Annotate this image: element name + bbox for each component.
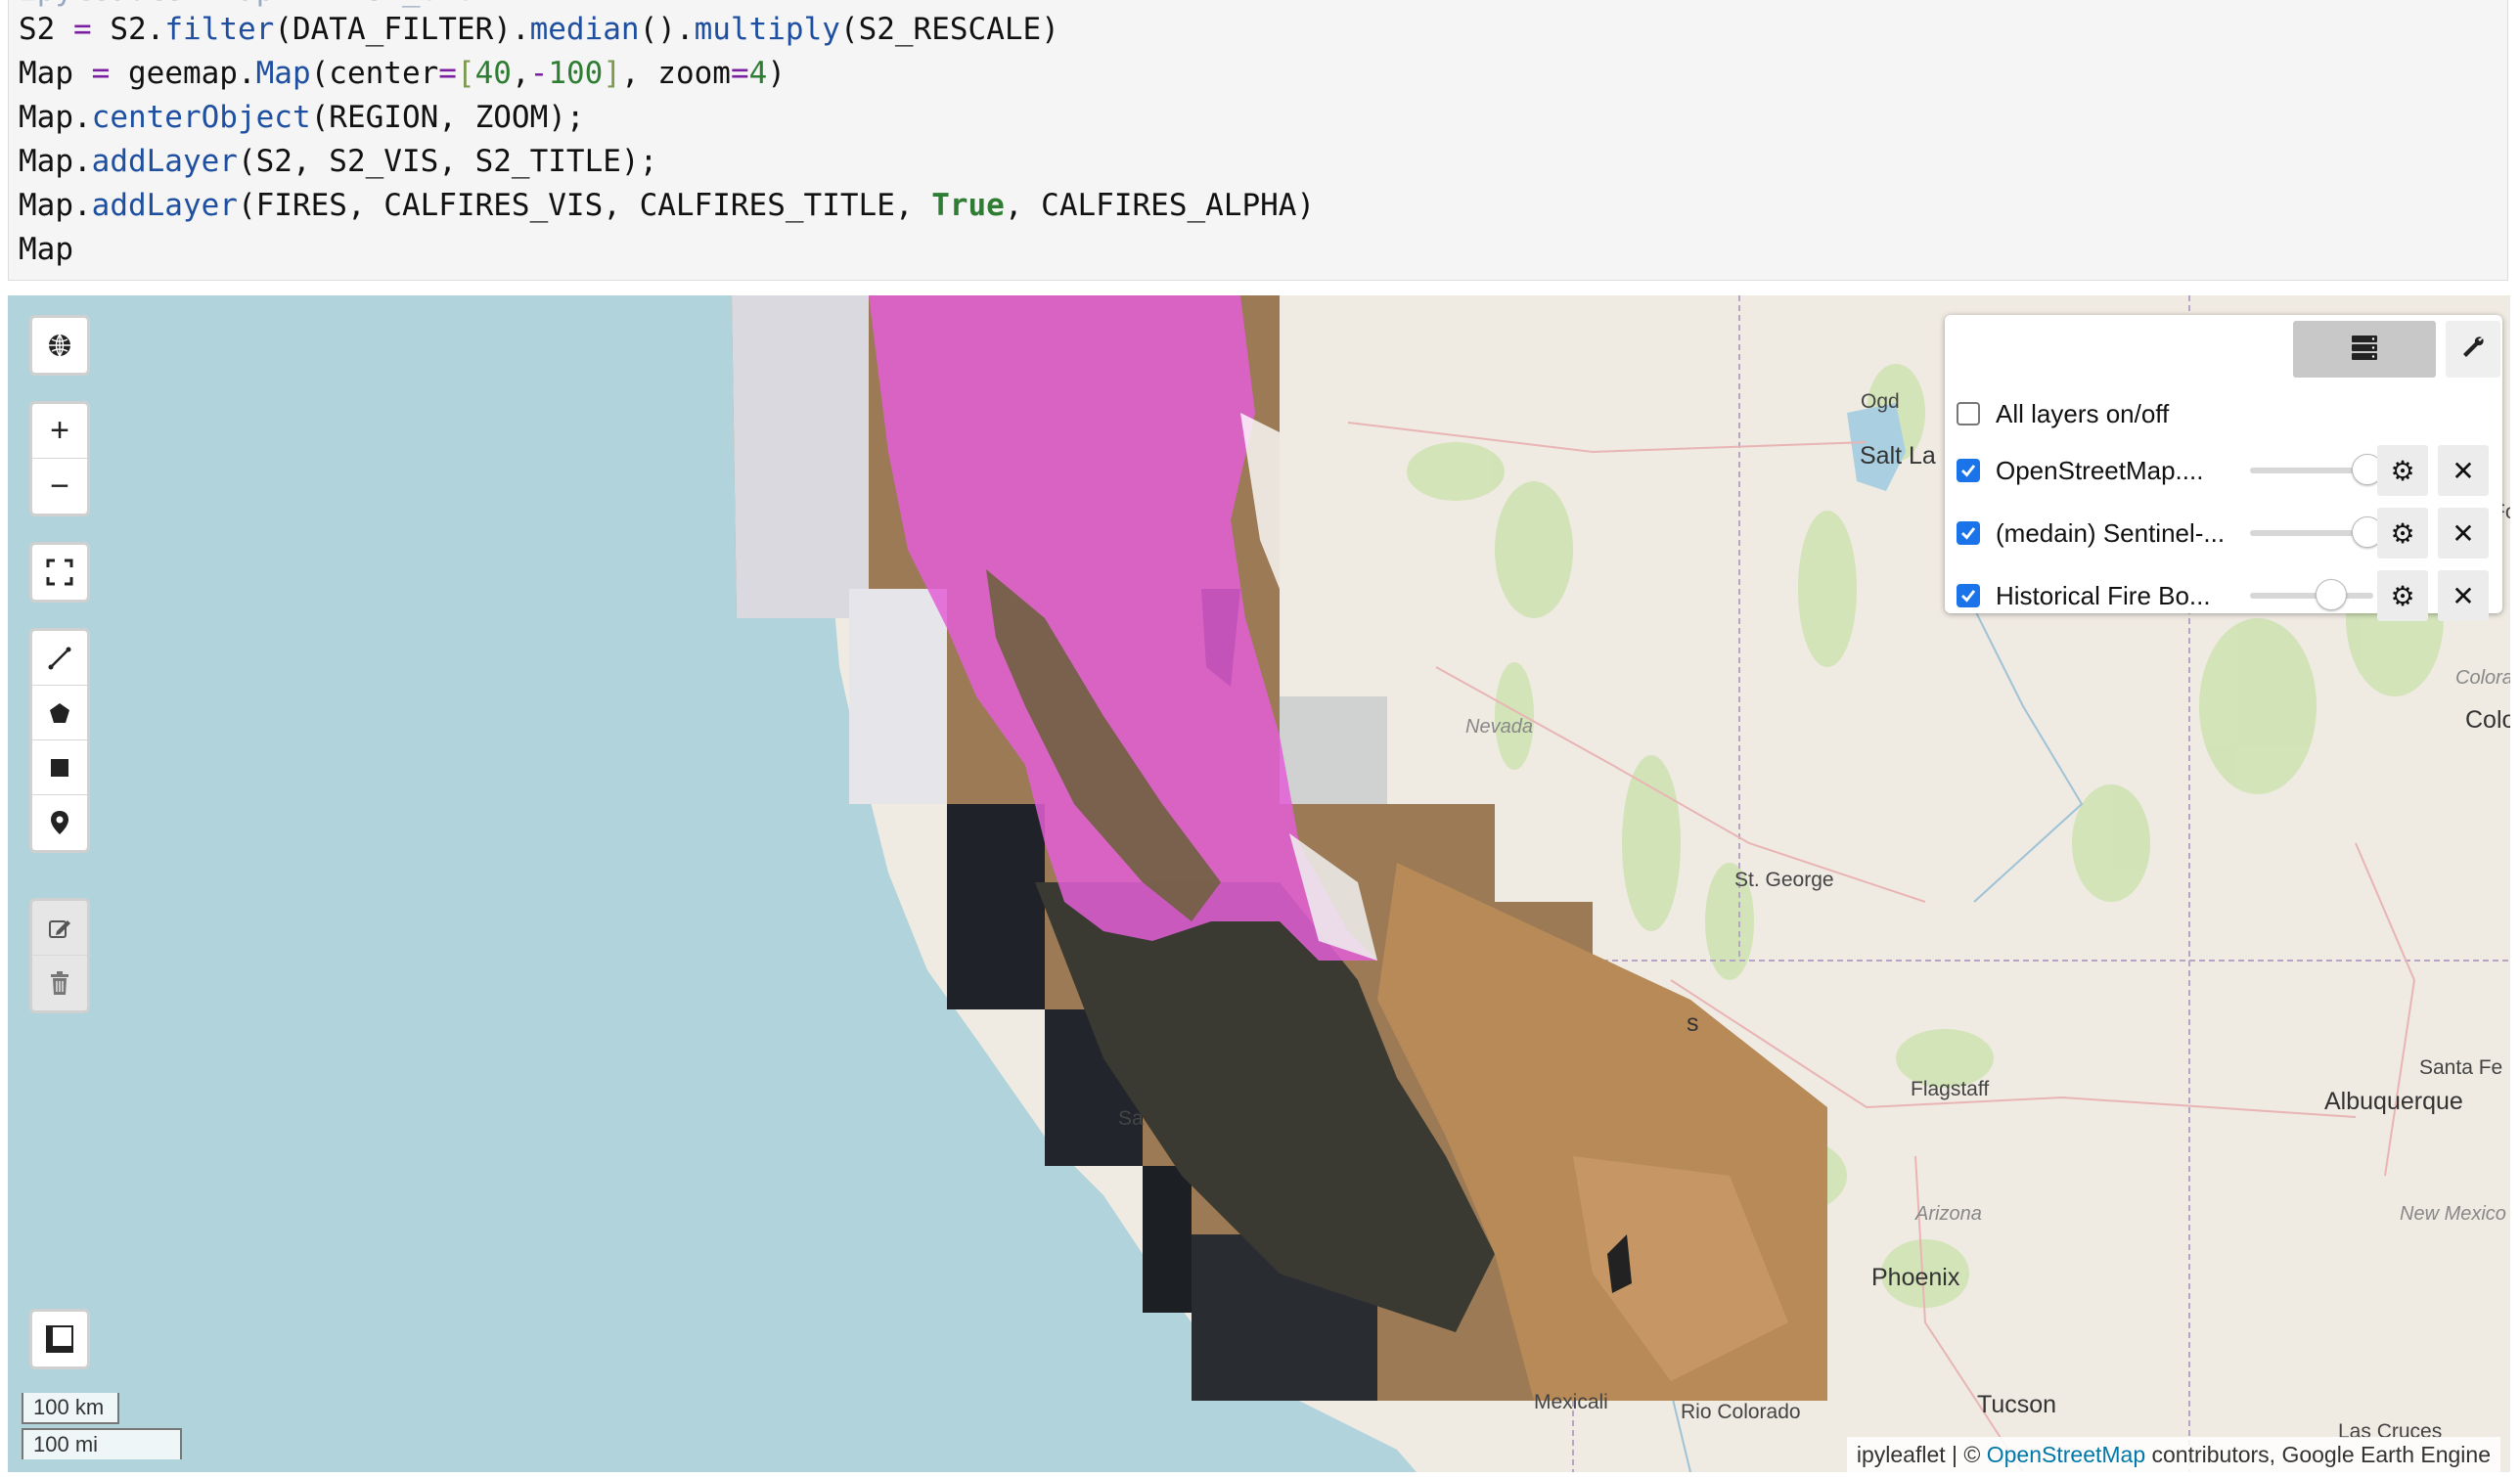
- measure-control[interactable]: [29, 1309, 90, 1369]
- label-arizona: Arizona: [1915, 1203, 1982, 1225]
- fullscreen-icon[interactable]: [32, 545, 87, 600]
- label-ogden: Ogd: [1861, 390, 1900, 413]
- code-line-3: Map.centerObject(REGION, ZOOM);: [19, 100, 585, 135]
- label-flagstaff: Flagstaff: [1911, 1078, 1990, 1100]
- draw-rectangle-icon[interactable]: [32, 740, 87, 795]
- label-nevada: Nevada: [1465, 716, 1533, 738]
- label-s: s: [1687, 1009, 1699, 1037]
- layer-checkbox[interactable]: [1957, 521, 1980, 545]
- draw-toolbar[interactable]: [29, 628, 90, 853]
- layer-remove-close-icon[interactable]: ✕: [2438, 508, 2489, 559]
- label-mexicali: Mexicali: [1534, 1391, 1608, 1413]
- draw-marker-icon[interactable]: [32, 795, 87, 850]
- layer-remove-close-icon[interactable]: ✕: [2438, 570, 2489, 621]
- slider-thumb[interactable]: [2316, 579, 2348, 610]
- toolbar-wrench-button[interactable]: [2446, 321, 2500, 378]
- layer-manager-panel: All layers on/off OpenStreetMap.... ⚙ ✕ …: [1945, 315, 2502, 621]
- code-line-6: Map: [19, 232, 73, 267]
- draw-polygon-icon[interactable]: [32, 686, 87, 740]
- opacity-slider[interactable]: [2250, 454, 2383, 485]
- label-phoenix: Phoenix: [1871, 1264, 1960, 1291]
- layer-label: (medain) Sentinel-...: [1996, 517, 2226, 548]
- delete-layers-icon[interactable]: [32, 956, 87, 1010]
- opacity-slider[interactable]: [2250, 579, 2373, 610]
- layer-row-sentinel: (medain) Sentinel-...: [1957, 509, 2226, 558]
- zoom-out-button[interactable]: −: [32, 459, 87, 514]
- draw-polyline-icon[interactable]: [32, 631, 87, 686]
- code-cell[interactable]: ipyleaflet.Map ... S2_TITLE ... S2 = S2.…: [8, 0, 2508, 281]
- label-rio-colorado: Rio Colorado: [1681, 1401, 1801, 1423]
- layer-manager-toggle[interactable]: [2293, 321, 2436, 378]
- label-st-george: St. George: [1734, 869, 1834, 891]
- code-line-4: Map.addLayer(S2, S2_VIS, S2_TITLE);: [19, 144, 658, 179]
- attribution: ipyleaflet | © OpenStreetMap contributor…: [1846, 1437, 2500, 1472]
- layer-settings-gear-icon[interactable]: ⚙: [2377, 570, 2428, 621]
- all-layers-row[interactable]: All layers on/off: [1957, 389, 2289, 438]
- label-colorado: Colo: [2465, 706, 2510, 734]
- wrench-icon: [2460, 335, 2486, 365]
- label-santa-fe: Santa Fe: [2419, 1056, 2503, 1079]
- layer-checkbox[interactable]: [1957, 584, 1980, 607]
- layer-row-fire: Historical Fire Bo...: [1957, 571, 2226, 620]
- edit-layers-icon[interactable]: [32, 901, 87, 956]
- osm-link[interactable]: OpenStreetMap: [1987, 1442, 2145, 1467]
- label-colorado-state: Colora: [2455, 667, 2510, 689]
- code-line-1: S2 = S2.filter(DATA_FILTER).median().mul…: [19, 12, 1059, 47]
- code-line-2: Map = geemap.Map(center=[40,-100], zoom=…: [19, 56, 786, 91]
- fullscreen-control[interactable]: [29, 542, 90, 603]
- server-icon: [2350, 334, 2379, 366]
- layer-label: Historical Fire Bo...: [1996, 580, 2211, 610]
- zoom-in-button[interactable]: +: [32, 404, 87, 459]
- ruler-icon[interactable]: [32, 1312, 87, 1366]
- label-sa: Sa: [1118, 1107, 1144, 1130]
- all-layers-label: All layers on/off: [1996, 398, 2170, 428]
- label-albuquerque: Albuquerque: [2324, 1088, 2463, 1115]
- zoom-control[interactable]: + −: [29, 401, 90, 516]
- scale-km: 100 km: [22, 1393, 119, 1424]
- map-widget[interactable]: Ogd Salt La Nevada St. George Flagstaff …: [8, 295, 2510, 1472]
- layer-checkbox[interactable]: [1957, 459, 1980, 482]
- label-tucson: Tucson: [1977, 1391, 2057, 1418]
- basemap-control[interactable]: [29, 315, 90, 376]
- layer-remove-close-icon[interactable]: ✕: [2438, 445, 2489, 496]
- layer-settings-gear-icon[interactable]: ⚙: [2377, 508, 2428, 559]
- layer-label: OpenStreetMap....: [1996, 455, 2204, 485]
- label-new-mexico: New Mexico: [2400, 1203, 2506, 1225]
- layer-row-osm: OpenStreetMap....: [1957, 446, 2226, 495]
- opacity-slider[interactable]: [2250, 516, 2383, 548]
- code-line-5: Map.addLayer(FIRES, CALFIRES_VIS, CALFIR…: [19, 188, 1316, 223]
- edit-toolbar[interactable]: [29, 898, 90, 1013]
- layer-settings-gear-icon[interactable]: ⚙: [2377, 445, 2428, 496]
- label-salt-lake: Salt La: [1860, 442, 1936, 470]
- scale-mi: 100 mi: [22, 1428, 182, 1459]
- all-layers-checkbox[interactable]: [1957, 402, 1980, 425]
- globe-icon[interactable]: [32, 318, 87, 373]
